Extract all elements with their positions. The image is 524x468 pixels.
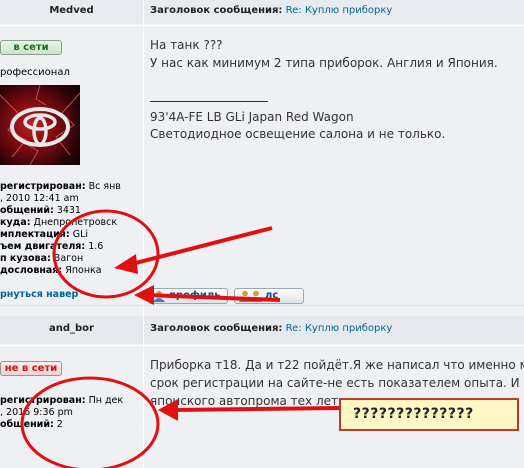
profile-button[interactable]: профиль (148, 288, 228, 304)
post2-subject-header: Заголовок сообщения: Re: Куплю приборку (144, 316, 524, 344)
header-separator (0, 345, 524, 346)
post2-author-name[interactable]: and_bor (0, 316, 143, 344)
profile-button-label: профиль (169, 290, 221, 301)
back-to-top-link[interactable]: рнуться навер (0, 289, 78, 300)
message-line: японского автопрома тех лет (150, 394, 339, 408)
offline-status-badge: не в сети (0, 361, 62, 376)
profile-info-row: , 2016 9:36 pm (0, 407, 73, 418)
users-icon (239, 290, 262, 302)
profile-info-row: , 2010 12:41 am (0, 193, 79, 204)
subject-label: Заголовок сообщения: (150, 323, 283, 334)
message-line: У нас как минимум 2 типа приборок. Англи… (150, 56, 498, 70)
subject-label: Заголовок сообщения: (150, 5, 283, 16)
profile-info-row: регистрирован: Пн дек (0, 395, 124, 406)
avatar (0, 85, 80, 165)
profile-info-row: дословная: Японка (0, 265, 102, 276)
annotation-question-box: ?????????????? (339, 398, 519, 431)
subject-title-link[interactable]: Re: Куплю приборку (286, 323, 393, 334)
message-line: срок регистрации на сайте-не есть показа… (150, 376, 524, 390)
profile-info-row: куда: Днепропетровск (0, 217, 118, 228)
profile-info-row: п кузова: Вагон (0, 253, 84, 264)
post1-author-name[interactable]: Medved (0, 0, 143, 24)
profile-info-row: общений: 3431 (0, 205, 81, 216)
profile-info-row: ъем двигателя: 1.6 (0, 241, 104, 252)
subject-title-link[interactable]: Re: Куплю приборку (286, 5, 393, 16)
header-separator (0, 25, 524, 26)
online-status-badge: в сети (0, 40, 62, 55)
signature-divider (150, 101, 268, 102)
post1-subject-header: Заголовок сообщения: Re: Куплю приборку (144, 0, 524, 24)
toyota-logo-avatar-icon (0, 85, 80, 165)
user-rank: рофессионал (0, 67, 70, 78)
signature-text: 93'4A-FE LB GLi Japan Red Wagon (150, 110, 354, 124)
user-icon (153, 290, 165, 302)
profile-info-row: общений: 2 (0, 419, 63, 430)
signature-link[interactable]: Светодиодное освещение салона и не тольк… (150, 127, 445, 141)
pm-button-label: лс (265, 290, 279, 301)
profile-info-row: мплектация: GLi (0, 229, 89, 240)
profile-info-row: регистрирован: Вс янв (0, 181, 121, 192)
message-line: Приборка т18. Да и т22 пойдёт.Я же напис… (150, 358, 524, 372)
message-line: На танк ??? (150, 38, 223, 52)
private-message-button[interactable]: лс (234, 288, 304, 304)
column-divider (143, 306, 144, 468)
